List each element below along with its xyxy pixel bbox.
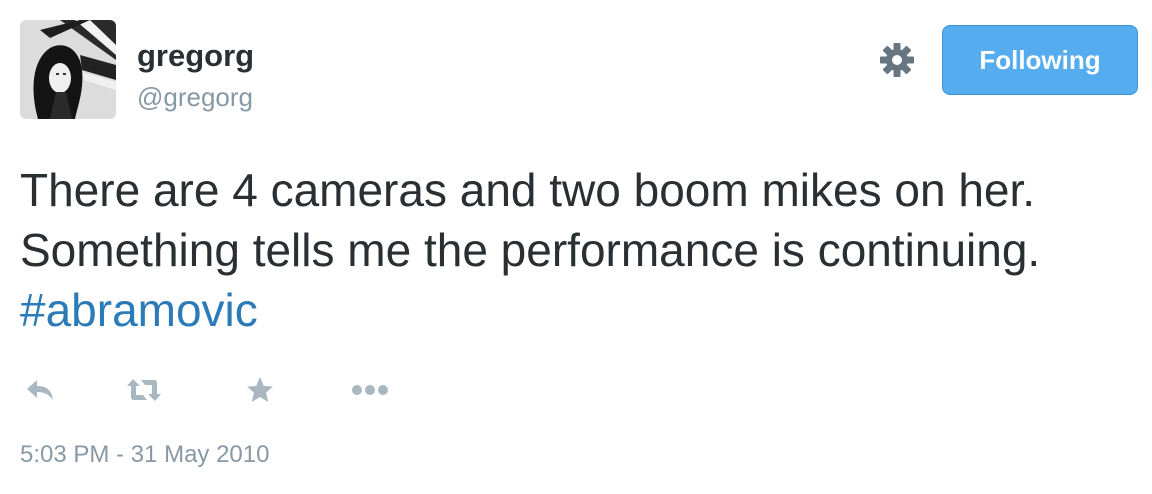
tweet-body: There are 4 cameras and two boom mikes o… (20, 164, 1041, 276)
tweet-timestamp[interactable]: 5:03 PM - 31 May 2010 (20, 443, 269, 467)
retweet-button[interactable] (122, 370, 166, 410)
tweet-card: gregorg @gregorg Following There are 4 c… (0, 0, 1152, 494)
retweet-icon (127, 379, 161, 401)
screen-name[interactable]: @gregorg (137, 84, 253, 110)
gear-icon[interactable] (877, 40, 917, 80)
more-button[interactable] (348, 370, 392, 410)
following-button[interactable]: Following (942, 25, 1138, 95)
avatar[interactable] (20, 20, 116, 119)
profile-photo-icon (20, 20, 116, 119)
favorite-icon (247, 377, 273, 402)
reply-icon (27, 380, 53, 400)
more-icon (352, 385, 388, 395)
display-name[interactable]: gregorg (137, 40, 254, 71)
tweet-text: There are 4 cameras and two boom mikes o… (20, 160, 1130, 340)
reply-button[interactable] (20, 370, 60, 410)
hashtag-link[interactable]: #abramovic (20, 284, 258, 336)
favorite-button[interactable] (240, 370, 280, 410)
